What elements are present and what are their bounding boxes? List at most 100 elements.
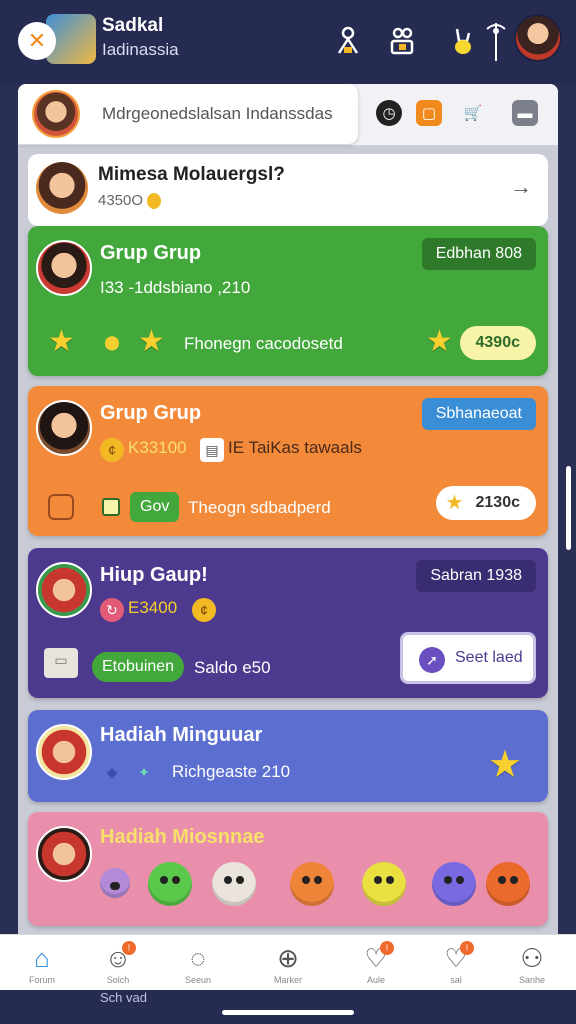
- emoji-yellow-icon[interactable]: [362, 862, 406, 906]
- top-bar: ✕ Sadkal Iadinassia: [0, 0, 576, 84]
- people-icon[interactable]: [332, 24, 364, 58]
- group-badge: Etobuinen: [92, 652, 185, 682]
- group-avatar: [36, 724, 92, 780]
- heart-icon: ♡: [364, 943, 388, 973]
- emoji-red-icon[interactable]: [486, 862, 530, 906]
- antenna-icon[interactable]: [480, 23, 512, 61]
- close-icon: ✕: [27, 28, 47, 53]
- nav-likes[interactable]: ♡ ! Aule: [340, 935, 412, 991]
- nav-favorites[interactable]: ♡ ! sal: [420, 935, 492, 991]
- notification-badge: !: [122, 941, 136, 955]
- group-pill-value: 2130c: [475, 494, 521, 511]
- group-title: Hadiah Miosnnae: [100, 826, 265, 848]
- nav-add[interactable]: ⊕ Marker: [252, 935, 324, 991]
- group-avatar: [36, 826, 92, 882]
- close-button[interactable]: ✕: [18, 22, 56, 60]
- nav-chat[interactable]: ◌ Seeun: [162, 935, 234, 991]
- group-action-label: Seet laed: [455, 649, 523, 666]
- hand-icon[interactable]: [446, 24, 478, 58]
- group-subline: I33 -1ddsbiano ,210: [100, 278, 251, 297]
- main-panel: Mdrgeonedslalsan Indanssdas ◷ ▢ 🛒 ▬ Mime…: [18, 84, 558, 934]
- clover-icon: ✦: [138, 764, 150, 780]
- group-avatar: [36, 240, 92, 296]
- emoji-purple-icon[interactable]: [432, 862, 476, 906]
- group-avatar: [36, 400, 92, 456]
- wallet-icon: ▭: [44, 648, 78, 678]
- profile-name: Mimesa Molauergsl?: [98, 164, 285, 185]
- nav-friends[interactable]: ☺ ! Solch: [82, 935, 154, 991]
- nav-profile[interactable]: ⚇ Sanhe: [496, 935, 568, 991]
- nav-label: sal: [450, 975, 462, 985]
- note-icon: ▤: [200, 438, 224, 462]
- notification-badge: !: [460, 941, 474, 955]
- star-icon: ★: [426, 325, 453, 358]
- star-icon: ★: [445, 492, 464, 514]
- user-avatar[interactable]: [514, 14, 562, 62]
- home-indicator[interactable]: [222, 1010, 354, 1015]
- group-card-1[interactable]: Grup Grup Edbhan 808 I33 -1ddsbiano ,210…: [28, 226, 548, 376]
- group-card-3[interactable]: Hiup Gaup! Sabran 1938 ↻ E3400 ¢ ▭ Etobu…: [28, 548, 548, 698]
- coin-icon: ¢: [192, 598, 216, 622]
- notification-badge: !: [380, 941, 394, 955]
- arrow-right-icon[interactable]: →: [510, 174, 532, 200]
- app-title: Sadkal: [102, 15, 164, 36]
- group-subline-right: IE TaiKas tawaals: [228, 438, 362, 457]
- emoji-green-icon[interactable]: [148, 862, 192, 906]
- profile-card[interactable]: Mimesa Molauergsl? 4350O →: [28, 154, 548, 226]
- cart-icon[interactable]: 🛒: [460, 100, 486, 126]
- nav-home[interactable]: ⌂ Forum: [6, 935, 78, 991]
- group-footer-text: Saldo e50: [194, 658, 271, 677]
- profile-points: 4350O: [98, 192, 162, 210]
- group-badge: Gov: [130, 492, 180, 522]
- group-subline: E3400: [128, 598, 178, 617]
- group-title: Hiup Gaup!: [100, 564, 208, 586]
- profile-points-value: 4350O: [98, 192, 144, 209]
- folder-icon[interactable]: ▬: [512, 100, 538, 126]
- emoji-orange-icon[interactable]: [290, 862, 334, 906]
- group-subline: Richgeaste 210: [172, 762, 291, 781]
- share-icon: ➚: [419, 647, 445, 673]
- nav-label: Solch: [106, 975, 130, 985]
- search-box[interactable]: Mdrgeonedslalsan Indanssdas: [18, 84, 358, 144]
- group-pill[interactable]: ★ 2130c: [435, 486, 536, 520]
- box-icon: [48, 494, 74, 520]
- app-subtitle: Iadinassia: [102, 40, 179, 59]
- timer-icon[interactable]: ◷: [376, 100, 402, 126]
- scrollbar[interactable]: [566, 466, 571, 550]
- coin-icon: ¢: [100, 438, 124, 462]
- group-subline-left: K33100: [128, 438, 187, 457]
- nav-label: Seeun: [184, 975, 212, 985]
- emoji-white-icon[interactable]: [212, 862, 256, 906]
- group-action-button[interactable]: ➚ Seet laed: [400, 632, 536, 684]
- search-text: Mdrgeonedslalsan Indanssdas: [102, 104, 333, 123]
- nav-label: Marker: [273, 975, 302, 985]
- group-tag: Sabran 1938: [416, 560, 536, 592]
- star-icon: ★: [138, 325, 165, 358]
- star-icon: ★: [488, 744, 523, 786]
- badge-icon: ↻: [100, 598, 124, 622]
- gem-icon: ◆: [106, 764, 118, 780]
- sticker-icon: [100, 868, 130, 898]
- nav-label: Sanhe: [518, 975, 546, 985]
- group-pill[interactable]: 4390c: [459, 326, 536, 360]
- person-icon: ☺: [104, 943, 132, 973]
- group-footer-text: Fhonegn cacodosetd: [184, 334, 343, 353]
- heart-chat-icon: ♡: [444, 943, 468, 973]
- chat-icon: ◌: [190, 943, 206, 973]
- nav-label: Forum: [28, 975, 55, 985]
- group-tag: Sbhanaeoat: [421, 398, 536, 430]
- group-card-4[interactable]: Hadiah Minguuar ◆ ✦ Richgeaste 210 ★: [28, 710, 548, 802]
- group-card-2[interactable]: Grup Grup Sbhanaeoat ¢ K33100 ▤ IE TaiKa…: [28, 386, 548, 536]
- square-icon[interactable]: ▢: [416, 100, 442, 126]
- bottom-nav: ⌂ Forum ☺ ! Solch ◌ Seeun ⊕ Marker ♡ ! A…: [0, 934, 576, 990]
- system-bar: Sch vad: [0, 990, 576, 1024]
- group-card-5[interactable]: Hadiah Miosnnae: [28, 812, 548, 926]
- profile-icon: ⚇: [520, 943, 544, 973]
- gift-icon[interactable]: [386, 24, 418, 58]
- bottom-caption: Sch vad: [100, 990, 147, 1005]
- checkbox-icon[interactable]: [102, 498, 120, 516]
- group-tag: Edbhan 808: [421, 238, 536, 270]
- star-icon: ★: [48, 325, 75, 358]
- group-avatar: [36, 562, 92, 618]
- nav-label: Aule: [366, 975, 385, 985]
